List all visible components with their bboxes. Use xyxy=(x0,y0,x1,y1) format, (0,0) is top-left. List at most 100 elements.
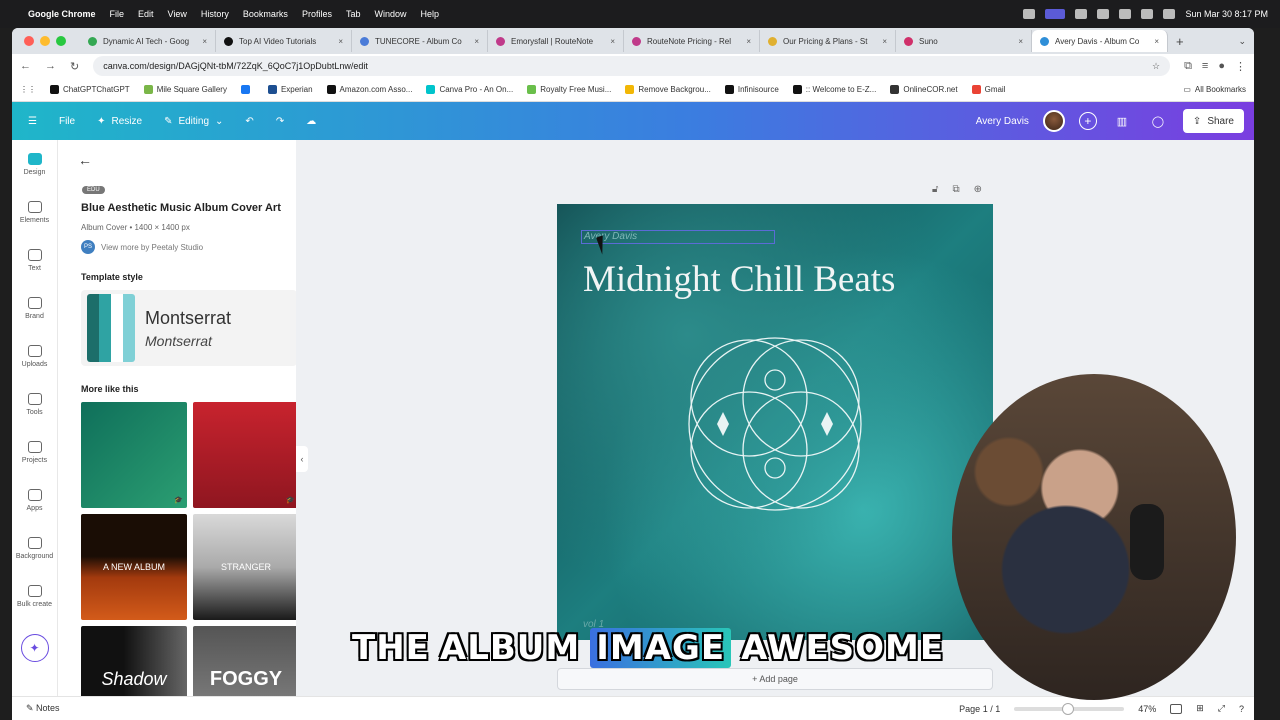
search-icon[interactable] xyxy=(1163,9,1176,19)
browser-tab[interactable]: TUNECORE - Album Co × xyxy=(352,30,488,52)
profile-icon[interactable]: ● xyxy=(1218,60,1225,73)
back-arrow-icon[interactable]: ← xyxy=(20,60,31,72)
insights-chart-icon[interactable]: ▥ xyxy=(1111,110,1133,132)
url-field[interactable]: canva.com/design/DAGjQNt-tbM/72ZqK_6QoC7… xyxy=(93,56,1171,76)
help-icon[interactable]: ? xyxy=(1239,704,1244,714)
sync-icon[interactable] xyxy=(1023,9,1036,19)
back-arrow-icon[interactable]: ← xyxy=(78,152,286,168)
extensions-icon[interactable]: ⧉ xyxy=(1184,60,1192,73)
browser-tab-active[interactable]: Avery Davis - Album Co × xyxy=(1032,30,1168,52)
pages-view-icon[interactable] xyxy=(1170,703,1183,714)
bookmark-item[interactable]: ChatGPTChatGPT xyxy=(50,85,130,94)
bookmark-item[interactable]: Canva Pro - An On... xyxy=(426,85,513,94)
resize-button[interactable]: ✦ Resize xyxy=(97,116,142,127)
editing-mode-dropdown[interactable]: ✎ Editing ⌄ xyxy=(164,116,223,127)
close-tab-icon[interactable]: × xyxy=(202,37,207,46)
rail-brand[interactable]: Brand xyxy=(12,284,57,332)
menu-bookmarks[interactable]: Bookmarks xyxy=(243,9,288,19)
fullscreen-icon[interactable]: ⤢ xyxy=(1218,703,1225,714)
apps-grid-icon[interactable]: ⋮⋮ xyxy=(20,85,36,94)
menu-file[interactable]: File xyxy=(110,9,125,19)
bookmark-item[interactable]: Mile Square Gallery xyxy=(143,85,227,94)
redo-icon[interactable]: ↷ xyxy=(276,116,284,127)
control-center-icon[interactable] xyxy=(1097,9,1110,19)
close-window-button[interactable] xyxy=(24,36,34,46)
reload-icon[interactable]: ↻ xyxy=(70,60,79,73)
magic-assistant-icon[interactable]: ✦ xyxy=(20,634,49,662)
bookmark-star-icon[interactable]: ☆ xyxy=(1152,61,1160,72)
rail-projects[interactable]: Projects xyxy=(12,428,57,476)
menu-tab[interactable]: Tab xyxy=(346,9,361,19)
bookmark-item[interactable]: Experian xyxy=(267,85,313,94)
all-bookmarks-button[interactable]: ▭ All Bookmarks xyxy=(1183,85,1246,94)
menu-window[interactable]: Window xyxy=(374,9,406,19)
template-thumbnail[interactable]: 🎓 xyxy=(193,402,296,508)
album-title-text[interactable]: Midnight Chill Beats xyxy=(583,258,895,301)
minimize-window-button[interactable] xyxy=(40,36,50,46)
screen-record-icon[interactable] xyxy=(1045,9,1066,19)
add-page-icon[interactable]: ⊕ xyxy=(974,184,982,195)
zoom-level[interactable]: 47% xyxy=(1138,704,1156,714)
zoom-slider-knob[interactable] xyxy=(1061,702,1074,715)
close-tab-icon[interactable]: × xyxy=(1018,37,1023,46)
close-tab-icon[interactable]: × xyxy=(610,37,615,46)
bookmark-item[interactable]: Royalty Free Musi... xyxy=(527,85,611,94)
file-menu-button[interactable]: File xyxy=(59,116,75,127)
kebab-menu-icon[interactable]: ⋮ xyxy=(1235,60,1246,73)
bookmark-item[interactable]: OnlineCOR.net xyxy=(890,85,958,94)
comment-icon[interactable]: ◯ xyxy=(1147,110,1169,132)
display-icon[interactable] xyxy=(1075,9,1088,19)
maximize-window-button[interactable] xyxy=(56,36,66,46)
add-page-button[interactable]: + Add page xyxy=(557,668,993,690)
menubar-clock[interactable]: Sun Mar 30 8:17 PM xyxy=(1185,9,1268,19)
rail-background[interactable]: Background xyxy=(12,524,57,572)
lock-icon[interactable]: 🔓︎ xyxy=(932,184,938,195)
artist-name-text-selected[interactable]: Avery Davis xyxy=(581,230,775,244)
browser-tab[interactable]: RouteNote Pricing - Rel × xyxy=(624,30,760,52)
creator-link[interactable]: PS View more by Peetaly Studio xyxy=(81,240,286,254)
browser-tab[interactable]: Emorysfall | RouteNote × xyxy=(488,30,624,52)
rail-bulk-create[interactable]: Bulk create xyxy=(12,572,57,620)
close-tab-icon[interactable]: × xyxy=(338,37,343,46)
rail-design[interactable]: Design xyxy=(12,140,57,188)
hamburger-menu-icon[interactable]: ☰ xyxy=(28,116,37,127)
design-owner-name[interactable]: Avery Davis xyxy=(976,116,1029,127)
notes-button[interactable]: ✎ Notes xyxy=(26,703,60,714)
media-icon[interactable]: ≡ xyxy=(1202,60,1208,73)
menu-profiles[interactable]: Profiles xyxy=(302,9,332,19)
grid-view-icon[interactable]: ⊞ xyxy=(1196,703,1204,714)
browser-tab[interactable]: Dynamic AI Tech - Goog × xyxy=(80,30,216,52)
zoom-slider[interactable] xyxy=(1014,702,1125,715)
browser-tab[interactable]: Our Pricing & Plans - St × xyxy=(760,30,896,52)
avatar[interactable] xyxy=(1042,110,1065,132)
template-thumbnail[interactable]: A NEW ALBUM xyxy=(81,514,187,620)
close-tab-icon[interactable]: × xyxy=(882,37,887,46)
page-indicator[interactable]: Page 1 / 1 xyxy=(959,704,1000,714)
forward-arrow-icon[interactable]: → xyxy=(45,60,56,72)
bookmark-item[interactable]: Remove Backgrou... xyxy=(625,85,711,94)
bookmark-item[interactable]: Gmail xyxy=(971,85,1005,94)
close-tab-icon[interactable]: × xyxy=(746,37,751,46)
template-style-card[interactable]: Montserrat Montserrat xyxy=(81,290,296,366)
menu-app-name[interactable]: Google Chrome xyxy=(28,9,96,19)
wifi-icon[interactable] xyxy=(1119,9,1132,19)
menu-edit[interactable]: Edit xyxy=(138,9,154,19)
rail-elements[interactable]: Elements xyxy=(12,188,57,236)
album-cover-page[interactable]: Avery Davis Midnight Chill Beats vol 1 xyxy=(557,204,993,640)
bookmark-item[interactable] xyxy=(240,85,254,94)
collapse-panel-button[interactable]: ‹ xyxy=(296,446,308,472)
new-tab-button[interactable]: + xyxy=(1176,34,1184,49)
rail-apps[interactable]: Apps xyxy=(12,476,57,524)
menu-history[interactable]: History xyxy=(201,9,229,19)
menu-help[interactable]: Help xyxy=(420,9,439,19)
close-tab-icon[interactable]: × xyxy=(474,37,479,46)
rail-uploads[interactable]: Uploads xyxy=(12,332,57,380)
duplicate-page-icon[interactable]: ⧉ xyxy=(952,184,959,195)
bookmark-item[interactable]: :: Welcome to E-Z... xyxy=(792,85,876,94)
share-button[interactable]: ⇪ Share xyxy=(1182,109,1244,133)
tab-search-icon[interactable]: ⌄ xyxy=(1238,36,1246,47)
browser-tab[interactable]: Top AI Video Tutorials × xyxy=(216,30,352,52)
bookmark-item[interactable]: Infinisource xyxy=(724,85,779,94)
template-thumbnail[interactable]: STRANGER xyxy=(193,514,296,620)
menu-view[interactable]: View xyxy=(168,9,187,19)
